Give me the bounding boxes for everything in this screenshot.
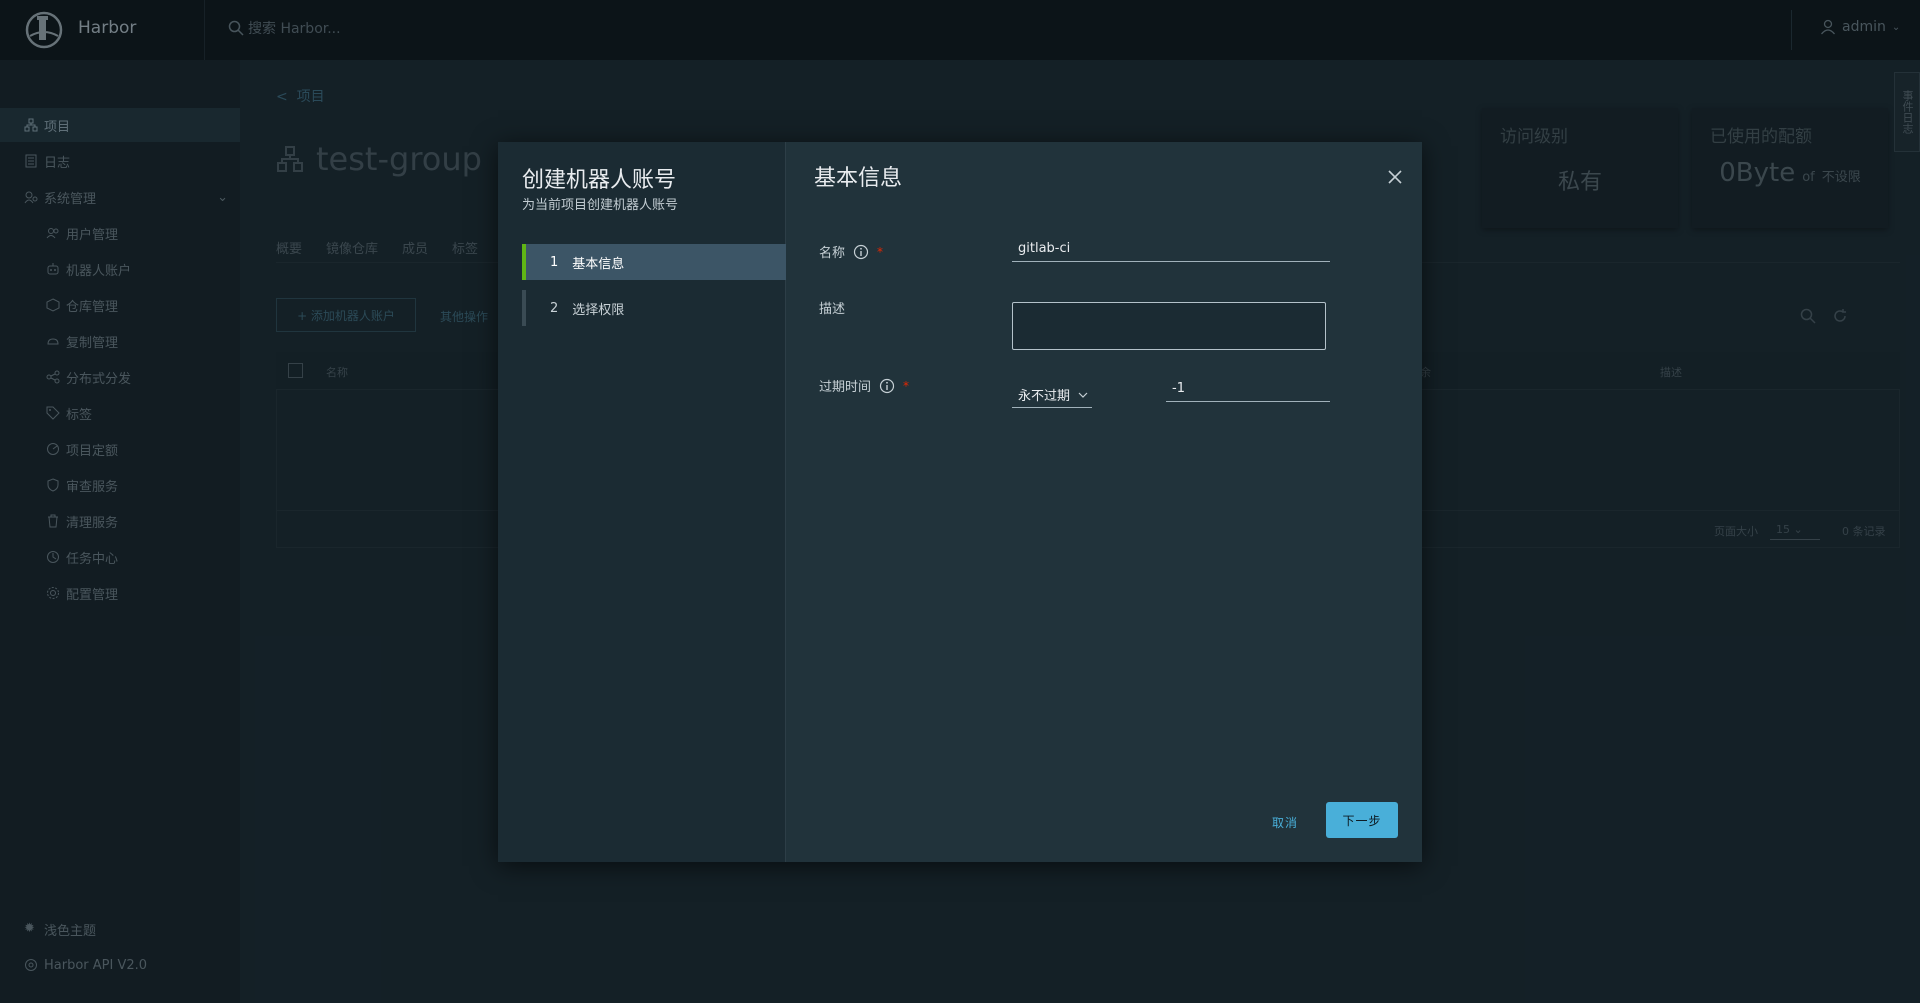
info-icon[interactable]: [879, 378, 895, 394]
expiration-field-label: 过期时间 *: [819, 376, 909, 395]
expiration-select[interactable]: 永不过期: [1012, 382, 1092, 408]
expiration-select-value: 永不过期: [1018, 389, 1071, 404]
expiration-label-text: 过期时间: [819, 380, 872, 395]
description-label-text: 描述: [819, 302, 846, 317]
next-button[interactable]: 下一步: [1326, 802, 1398, 838]
wizard-navigation: 创建机器人账号 为当前项目创建机器人账号 1 基本信息 2 选择权限: [498, 142, 786, 862]
step-number: 1: [550, 254, 559, 270]
wizard-step-permissions[interactable]: 2 选择权限: [522, 290, 786, 326]
step-label: 基本信息: [572, 256, 625, 272]
expiration-days-input[interactable]: [1166, 376, 1330, 402]
info-icon[interactable]: [853, 244, 869, 260]
description-textarea[interactable]: [1012, 302, 1326, 350]
required-marker: *: [877, 244, 884, 259]
close-icon[interactable]: [1386, 168, 1404, 186]
step-number: 2: [550, 300, 559, 316]
create-robot-wizard: 创建机器人账号 为当前项目创建机器人账号 1 基本信息 2 选择权限 基本信息 …: [498, 142, 1422, 862]
step-title: 基本信息: [814, 166, 903, 191]
description-field-label: 描述: [819, 298, 845, 317]
name-label-text: 名称: [819, 246, 846, 261]
chevron-down-icon: [1078, 392, 1088, 398]
name-input[interactable]: [1012, 236, 1330, 262]
cancel-button[interactable]: 取消: [1246, 804, 1324, 840]
required-marker: *: [903, 378, 910, 393]
wizard-subtitle: 为当前项目创建机器人账号: [522, 198, 679, 213]
step-label: 选择权限: [572, 302, 625, 318]
name-field-label: 名称 *: [819, 242, 883, 261]
wizard-step-basic-info[interactable]: 1 基本信息: [522, 244, 786, 280]
wizard-title: 创建机器人账号: [522, 168, 677, 193]
